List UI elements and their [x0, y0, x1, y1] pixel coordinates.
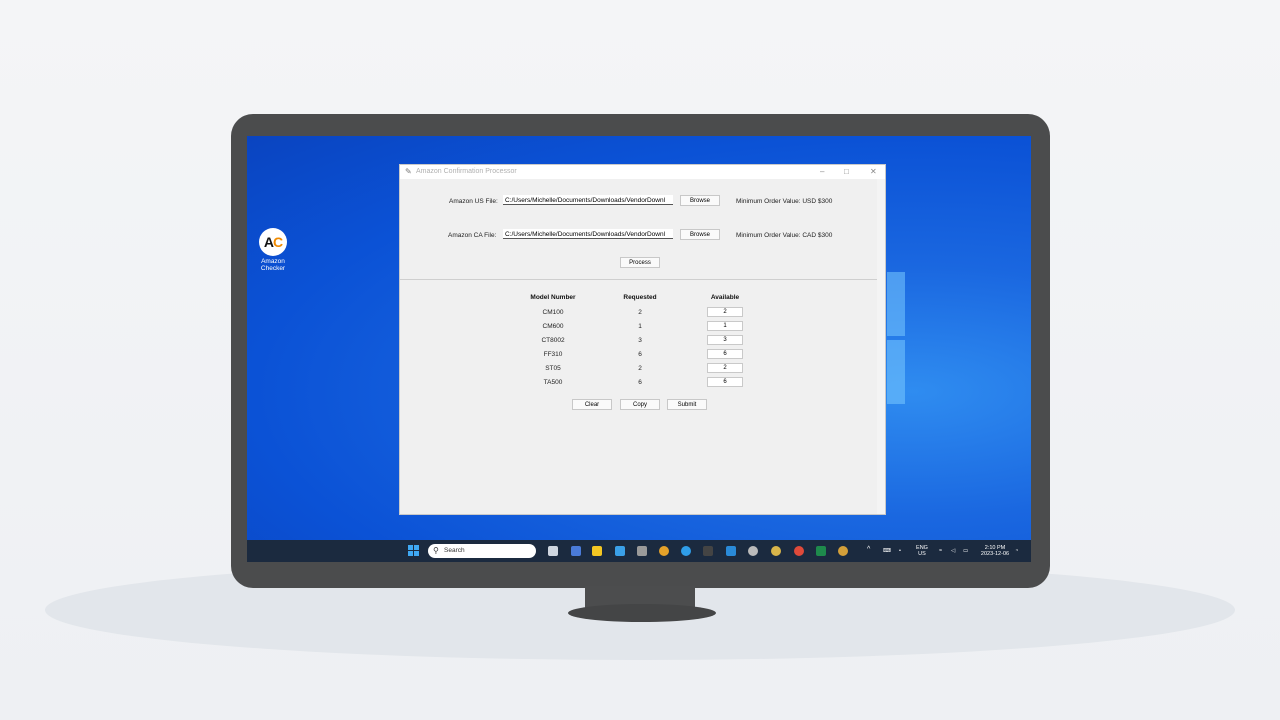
- us-min-order-label: Minimum Order Value: USD $300: [736, 198, 833, 205]
- task-view-icon[interactable]: [548, 546, 558, 556]
- scrollbar[interactable]: [877, 179, 885, 514]
- ca-file-label: Amazon CA File:: [448, 232, 497, 239]
- requested-cell: 3: [638, 337, 642, 344]
- window-title: Amazon Confirmation Processor: [416, 168, 517, 175]
- wifi-icon[interactable]: ≈: [939, 548, 942, 554]
- copy-button[interactable]: Copy: [620, 399, 660, 410]
- microphone-icon[interactable]: •: [899, 548, 901, 554]
- volume-icon[interactable]: ◁: [951, 548, 955, 554]
- process-button[interactable]: Process: [620, 257, 660, 268]
- model-cell: CM600: [542, 323, 564, 330]
- taskbar: ⚲ Search ^ ⌨ • ENG US ≈ ◁ ▭ 2:10 PM 2023…: [247, 540, 1031, 562]
- clock-date: 2023-12-06: [980, 551, 1010, 557]
- settings-gear-icon[interactable]: [748, 546, 758, 556]
- model-cell: TA500: [543, 379, 563, 386]
- wallpaper-logo: [887, 272, 905, 404]
- available-input[interactable]: 6: [707, 349, 743, 359]
- desktop-icon-label: Amazon Checker: [260, 258, 286, 272]
- amazon-checker-logo-icon: AC: [259, 228, 287, 256]
- model-cell: CT8002: [541, 337, 565, 344]
- app-window: ✎ Amazon Confirmation Processor – □ ✕ Am…: [399, 164, 886, 515]
- chat-icon[interactable]: [637, 546, 647, 556]
- ca-file-path-input[interactable]: C:/Users/Michelle/Documents/Downloads/Ve…: [503, 229, 673, 239]
- available-input[interactable]: 1: [707, 321, 743, 331]
- model-cell: ST05: [545, 365, 561, 372]
- terminal-icon[interactable]: [703, 546, 713, 556]
- windows-start-icon[interactable]: [408, 545, 420, 557]
- available-input[interactable]: 3: [707, 335, 743, 345]
- teams-icon[interactable]: [571, 546, 581, 556]
- clock[interactable]: 2:10 PM 2023-12-06: [977, 545, 1013, 557]
- notification-bell-icon[interactable]: ◔: [1015, 548, 1018, 554]
- chrome-icon[interactable]: [659, 546, 669, 556]
- chrome-alt-icon[interactable]: [838, 546, 848, 556]
- requested-cell: 1: [638, 323, 642, 330]
- ca-min-order-label: Minimum Order Value: CAD $300: [736, 232, 833, 239]
- search-placeholder: Search: [444, 547, 465, 554]
- chrome-profile-icon[interactable]: [771, 546, 781, 556]
- title-bar[interactable]: ✎ Amazon Confirmation Processor – □ ✕: [400, 165, 885, 179]
- available-input[interactable]: 2: [707, 363, 743, 373]
- requested-cell: 6: [638, 351, 642, 358]
- language-bottom: US: [918, 551, 926, 557]
- ca-browse-button[interactable]: Browse: [680, 229, 720, 240]
- us-file-label: Amazon US File:: [449, 198, 498, 205]
- model-cell: CM100: [542, 309, 564, 316]
- minimize-icon[interactable]: –: [820, 167, 824, 176]
- requested-cell: 6: [638, 379, 642, 386]
- search-icon: ⚲: [433, 546, 439, 555]
- requested-cell: 2: [638, 365, 642, 372]
- model-cell: FF310: [543, 351, 563, 358]
- us-file-path-input[interactable]: C:/Users/Michelle/Documents/Downloads/Ve…: [503, 195, 673, 205]
- keyboard-icon[interactable]: ⌨: [883, 548, 891, 554]
- maximize-icon[interactable]: □: [844, 167, 849, 176]
- submit-button[interactable]: Submit: [667, 399, 707, 410]
- language-indicator[interactable]: ENG US: [913, 545, 931, 557]
- taskbar-search-input[interactable]: ⚲ Search: [428, 544, 536, 558]
- desktop-icon-amazon-checker[interactable]: AC Amazon Checker: [255, 228, 291, 272]
- requested-cell: 2: [638, 309, 642, 316]
- monitor-stand-base: [568, 604, 716, 622]
- available-input[interactable]: 6: [707, 377, 743, 387]
- store-icon[interactable]: [615, 546, 625, 556]
- us-browse-button[interactable]: Browse: [680, 195, 720, 206]
- available-input[interactable]: 2: [707, 307, 743, 317]
- chevron-up-icon[interactable]: ^: [867, 546, 870, 553]
- file-explorer-icon[interactable]: [592, 546, 602, 556]
- desktop-screen: AC Amazon Checker ✎ Amazon Confirmation …: [247, 136, 1031, 562]
- vscode-icon[interactable]: [726, 546, 736, 556]
- header-available: Available: [710, 294, 740, 301]
- feather-icon: ✎: [405, 167, 412, 176]
- python-app-icon[interactable]: [794, 546, 804, 556]
- divider: [400, 279, 878, 280]
- clear-button[interactable]: Clear: [572, 399, 612, 410]
- excel-icon[interactable]: [816, 546, 826, 556]
- battery-icon[interactable]: ▭: [963, 548, 968, 554]
- close-icon[interactable]: ✕: [870, 167, 877, 176]
- edge-icon[interactable]: [681, 546, 691, 556]
- header-requested: Requested: [623, 294, 657, 301]
- header-model-number: Model Number: [530, 294, 576, 301]
